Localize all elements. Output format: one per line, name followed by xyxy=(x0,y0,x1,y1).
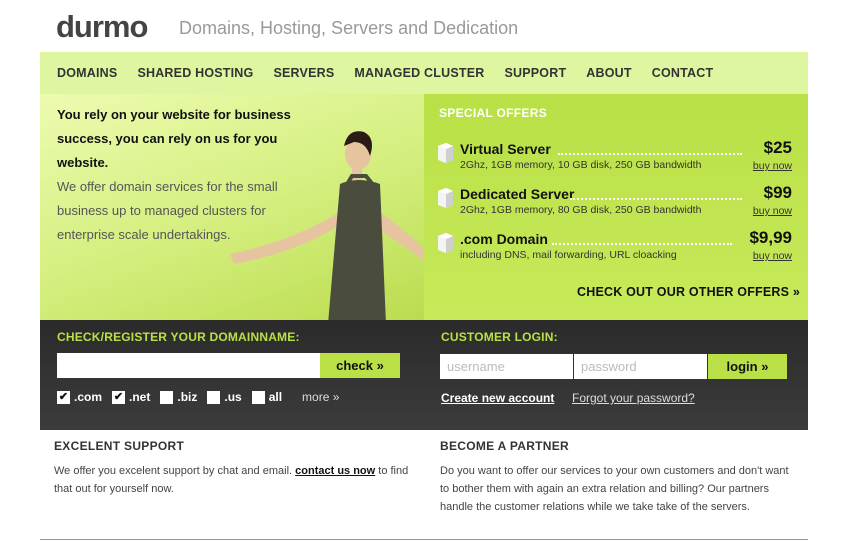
offer-price: $25 xyxy=(763,138,792,157)
tld-label: .net xyxy=(129,390,151,404)
checkbox-icon[interactable] xyxy=(251,390,265,404)
nav-servers[interactable]: SERVERS xyxy=(273,66,334,80)
offer-name: .com Domain xyxy=(460,231,548,247)
contact-us-link[interactable]: contact us now xyxy=(295,465,375,477)
offer-description: 2Ghz, 1GB memory, 10 GB disk, 250 GB ban… xyxy=(460,159,702,171)
offer-price: $99 xyxy=(763,183,792,202)
offer-name: Virtual Server xyxy=(460,141,551,157)
dotted-leader xyxy=(552,243,732,245)
nav-shared-hosting[interactable]: SHARED HOSTING xyxy=(137,66,253,80)
tld-all[interactable]: all xyxy=(251,390,283,404)
checkbox-icon[interactable] xyxy=(207,390,221,404)
tagline: Domains, Hosting, Servers and Dedication xyxy=(179,18,519,38)
nav-managed-cluster[interactable]: MANAGED CLUSTER xyxy=(354,66,484,80)
hero-panel: You rely on your website for business su… xyxy=(40,94,424,320)
tld-biz[interactable]: .biz xyxy=(160,390,197,404)
other-offers-link[interactable]: CHECK OUT OUR OTHER OFFERS » xyxy=(577,285,800,299)
checkbox-checked-icon[interactable]: ✔ xyxy=(57,390,70,404)
special-offers-panel: SPECIAL OFFERS Virtual Server 2Ghz, 1GB … xyxy=(424,94,808,320)
support-title: EXCELENT SUPPORT xyxy=(54,439,185,453)
tld-options: ✔ .com ✔ .net .biz .us all more » xyxy=(57,390,339,404)
nav-contact[interactable]: CONTACT xyxy=(652,66,714,80)
nav-about[interactable]: ABOUT xyxy=(586,66,631,80)
login-title: CUSTOMER LOGIN: xyxy=(441,330,558,344)
partner-text: Do you want to offer our services to you… xyxy=(440,465,789,513)
nav-support[interactable]: SUPPORT xyxy=(504,66,566,80)
dotted-leader xyxy=(558,153,742,155)
buy-now-link[interactable]: buy now xyxy=(753,160,792,172)
server-icon xyxy=(438,143,453,163)
create-account-link[interactable]: Create new account xyxy=(441,391,554,405)
domain-check-panel: CHECK/REGISTER YOUR DOMAINNAME: check » … xyxy=(40,320,424,430)
dotted-leader xyxy=(570,198,742,200)
buy-now-link[interactable]: buy now xyxy=(753,205,792,217)
offers-title: SPECIAL OFFERS xyxy=(439,106,547,120)
tld-com[interactable]: ✔ .com xyxy=(57,390,102,404)
password-input[interactable] xyxy=(574,354,707,379)
tld-net[interactable]: ✔ .net xyxy=(112,390,150,404)
nav-domains[interactable]: DOMAINS xyxy=(57,66,117,80)
tld-label: .us xyxy=(224,390,242,404)
check-button[interactable]: check » xyxy=(320,353,400,378)
offer-price: $9,99 xyxy=(749,228,792,247)
domain-input[interactable] xyxy=(57,353,320,378)
tld-us[interactable]: .us xyxy=(207,390,242,404)
buy-now-link[interactable]: buy now xyxy=(753,250,792,262)
bottom-divider xyxy=(40,539,808,540)
checkbox-checked-icon[interactable]: ✔ xyxy=(112,390,126,404)
login-button[interactable]: login » xyxy=(708,354,787,379)
offer-name: Dedicated Server xyxy=(460,186,575,202)
tld-label: .biz xyxy=(177,390,198,404)
tld-label: .com xyxy=(74,390,103,404)
offer-description: including DNS, mail forwarding, URL cloa… xyxy=(460,249,677,261)
support-text-before: We offer you excelent support by chat an… xyxy=(54,465,293,477)
logo[interactable]: durmo xyxy=(56,9,148,45)
offer-description: 2Ghz, 1GB memory, 80 GB disk, 250 GB ban… xyxy=(460,204,702,216)
customer-login-panel: CUSTOMER LOGIN: login » Create new accou… xyxy=(424,320,808,430)
support-text: We offer you excelent support by chat an… xyxy=(54,462,414,498)
offer-com-domain[interactable]: .com Domain including DNS, mail forwardi… xyxy=(438,228,800,268)
offer-virtual-server[interactable]: Virtual Server 2Ghz, 1GB memory, 10 GB d… xyxy=(438,138,800,178)
username-input[interactable] xyxy=(440,354,573,379)
checkbox-icon[interactable] xyxy=(160,390,174,404)
more-tlds-link[interactable]: more » xyxy=(302,390,339,404)
forgot-password-link[interactable]: Forgot your password? xyxy=(572,391,695,405)
domain-check-title: CHECK/REGISTER YOUR DOMAINNAME: xyxy=(57,330,300,344)
server-icon xyxy=(438,188,453,208)
tld-label: all xyxy=(268,390,283,404)
woman-photo xyxy=(230,131,424,320)
main-nav: DOMAINS SHARED HOSTING SERVERS MANAGED C… xyxy=(40,52,808,94)
offer-dedicated-server[interactable]: Dedicated Server 2Ghz, 1GB memory, 80 GB… xyxy=(438,183,800,223)
partner-title: BECOME A PARTNER xyxy=(440,439,570,453)
server-icon xyxy=(438,233,453,253)
